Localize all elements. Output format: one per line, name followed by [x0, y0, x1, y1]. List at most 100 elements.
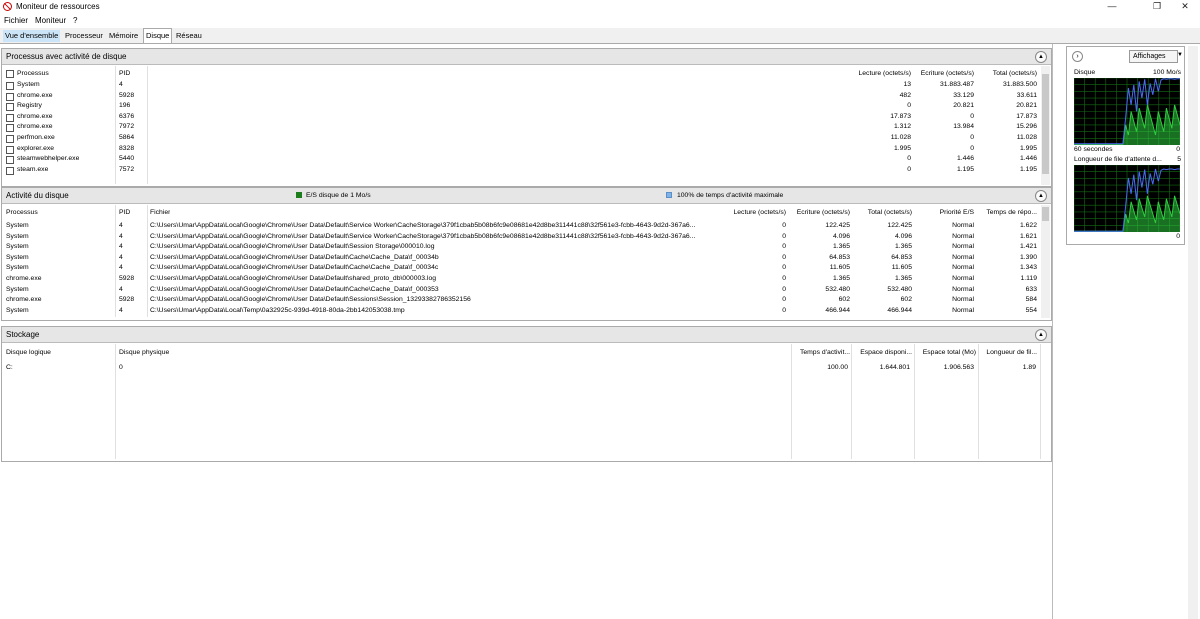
process-name[interactable]: chrome.exe	[6, 296, 42, 303]
row-checkbox[interactable]	[6, 113, 14, 122]
column-divider	[914, 344, 915, 459]
queue-graph	[1074, 165, 1180, 232]
col-total[interactable]: Total (octets/s)	[977, 70, 1037, 77]
row-checkbox[interactable]	[6, 92, 14, 101]
process-name[interactable]: steamwebhelper.exe	[17, 155, 79, 162]
response-time: 584	[1025, 296, 1037, 304]
file-path: C:\Users\Umar\AppData\Local\Google\Chrom…	[150, 285, 439, 293]
col-priorite[interactable]: Priorité E/S	[914, 209, 974, 216]
row-checkbox[interactable]	[6, 166, 14, 175]
process-name[interactable]: System	[17, 81, 40, 88]
process-name[interactable]: chrome.exe	[17, 92, 53, 99]
logical-disk[interactable]: C:	[6, 364, 13, 371]
process-panel-header[interactable]: Processus avec activité de disque ▲	[2, 49, 1051, 65]
col-disque-physique[interactable]: Disque physique	[119, 349, 169, 356]
col-pid[interactable]: PID	[119, 209, 130, 216]
tab-reseau[interactable]: Réseau	[174, 30, 204, 42]
col-pid[interactable]: PID	[119, 70, 130, 77]
col-ecriture[interactable]: Écriture (octets/s)	[788, 209, 850, 216]
col-disque-logique[interactable]: Disque logique	[6, 349, 51, 356]
col-temps-activite[interactable]: Temps d'activit...	[792, 349, 850, 356]
tab-memoire[interactable]: Mémoire	[107, 30, 140, 42]
write-bytes: 11.605	[829, 264, 850, 272]
process-name[interactable]: chrome.exe	[6, 275, 42, 282]
write-bytes: 1.195	[956, 165, 974, 173]
row-checkbox[interactable]	[6, 156, 14, 165]
col-temps-reponse[interactable]: Temps de répo...	[977, 209, 1037, 216]
storage-panel-header[interactable]: Stockage ▲	[2, 327, 1051, 343]
write-bytes: 0	[970, 112, 974, 120]
chevron-down-icon[interactable]: ▼	[1177, 52, 1183, 58]
col-ecriture[interactable]: Écriture (octets/s)	[912, 70, 974, 77]
minimize-button[interactable]: —	[1097, 1, 1127, 11]
process-pid: 5928	[119, 91, 135, 99]
process-name[interactable]: Registry	[17, 102, 42, 109]
read-bytes: 0	[782, 285, 786, 293]
column-divider	[978, 344, 979, 459]
process-name[interactable]: steam.exe	[17, 166, 48, 173]
menu-moniteur[interactable]: Moniteur	[35, 16, 66, 25]
queue-value: 0	[1176, 233, 1180, 240]
tab-disque[interactable]: Disque	[143, 28, 173, 43]
tab-vue-ensemble[interactable]: Vue d'ensemble	[3, 30, 61, 42]
read-bytes: 0	[782, 275, 786, 282]
read-bytes: 11.028	[890, 134, 911, 141]
col-processus[interactable]: Processus	[6, 209, 38, 216]
process-pid: 5864	[119, 134, 135, 141]
row-checkbox[interactable]	[6, 124, 14, 133]
menu-fichier[interactable]: Fichier	[4, 16, 28, 25]
row-checkbox[interactable]	[6, 103, 14, 112]
menu-help[interactable]: ?	[73, 16, 77, 25]
process-name[interactable]: explorer.exe	[17, 145, 54, 152]
physical-disk: 0	[119, 364, 123, 371]
col-processus[interactable]: Processus	[17, 70, 49, 77]
process-name[interactable]: System	[6, 286, 29, 293]
process-name[interactable]: System	[6, 233, 29, 240]
process-name[interactable]: System	[6, 243, 29, 250]
activity-panel: Activité du disque E/S disque de 1 Mo/s …	[1, 187, 1052, 321]
col-longueur-file[interactable]: Longueur de fil...	[978, 349, 1037, 356]
col-lecture[interactable]: Lecture (octets/s)	[714, 209, 786, 216]
collapse-up-icon[interactable]: ▲	[1035, 51, 1047, 63]
collapse-up-icon[interactable]: ▲	[1035, 190, 1047, 202]
io-priority: Normal	[952, 285, 974, 293]
select-all-checkbox[interactable]	[6, 70, 14, 78]
maximize-button[interactable]: ❐	[1142, 1, 1172, 12]
activity-panel-header[interactable]: Activité du disque E/S disque de 1 Mo/s …	[2, 188, 1051, 204]
tab-bar: Vue d'ensemble Processeur Mémoire Disque…	[0, 28, 1200, 44]
read-bytes: 0	[907, 165, 911, 173]
row-checkbox[interactable]	[6, 82, 14, 90]
row-checkbox[interactable]	[6, 135, 14, 143]
total-bytes: 33.611	[1016, 91, 1037, 99]
process-name[interactable]: System	[6, 307, 29, 314]
collapse-up-icon[interactable]: ▲	[1035, 329, 1047, 341]
close-button[interactable]: ✕	[1170, 1, 1200, 12]
col-espace-total[interactable]: Espace total (Mo)	[914, 349, 976, 356]
row-checkbox[interactable]	[6, 145, 14, 154]
process-name[interactable]: System	[6, 264, 29, 271]
process-name[interactable]: chrome.exe	[17, 123, 53, 130]
tab-processeur[interactable]: Processeur	[63, 30, 105, 42]
read-bytes: 0	[782, 222, 786, 229]
scrollbar-thumb[interactable]	[1042, 74, 1049, 174]
process-name[interactable]: System	[6, 254, 29, 261]
read-bytes: 0	[782, 232, 786, 240]
col-espace-disponible[interactable]: Espace disponi...	[854, 349, 912, 356]
views-dropdown[interactable]: Affichages	[1129, 50, 1178, 63]
process-name[interactable]: chrome.exe	[17, 113, 53, 120]
expand-right-icon[interactable]: ›	[1072, 51, 1083, 62]
process-name[interactable]: System	[6, 222, 29, 229]
sidebar-scrollbar[interactable]	[1188, 46, 1198, 619]
io-priority: Normal	[952, 222, 974, 229]
process-pid: 4	[119, 306, 123, 314]
process-scrollbar[interactable]	[1041, 66, 1050, 185]
read-bytes: 0	[782, 243, 786, 251]
col-fichier[interactable]: Fichier	[150, 209, 170, 216]
process-name[interactable]: perfmon.exe	[17, 134, 55, 141]
col-lecture[interactable]: Lecture (octets/s)	[832, 70, 911, 77]
activity-scrollbar[interactable]	[1041, 205, 1050, 318]
scrollbar-thumb[interactable]	[1042, 207, 1049, 221]
write-bytes: 13.984	[953, 123, 974, 131]
window-title: Moniteur de ressources	[16, 2, 100, 11]
col-total[interactable]: Total (octets/s)	[852, 209, 912, 216]
